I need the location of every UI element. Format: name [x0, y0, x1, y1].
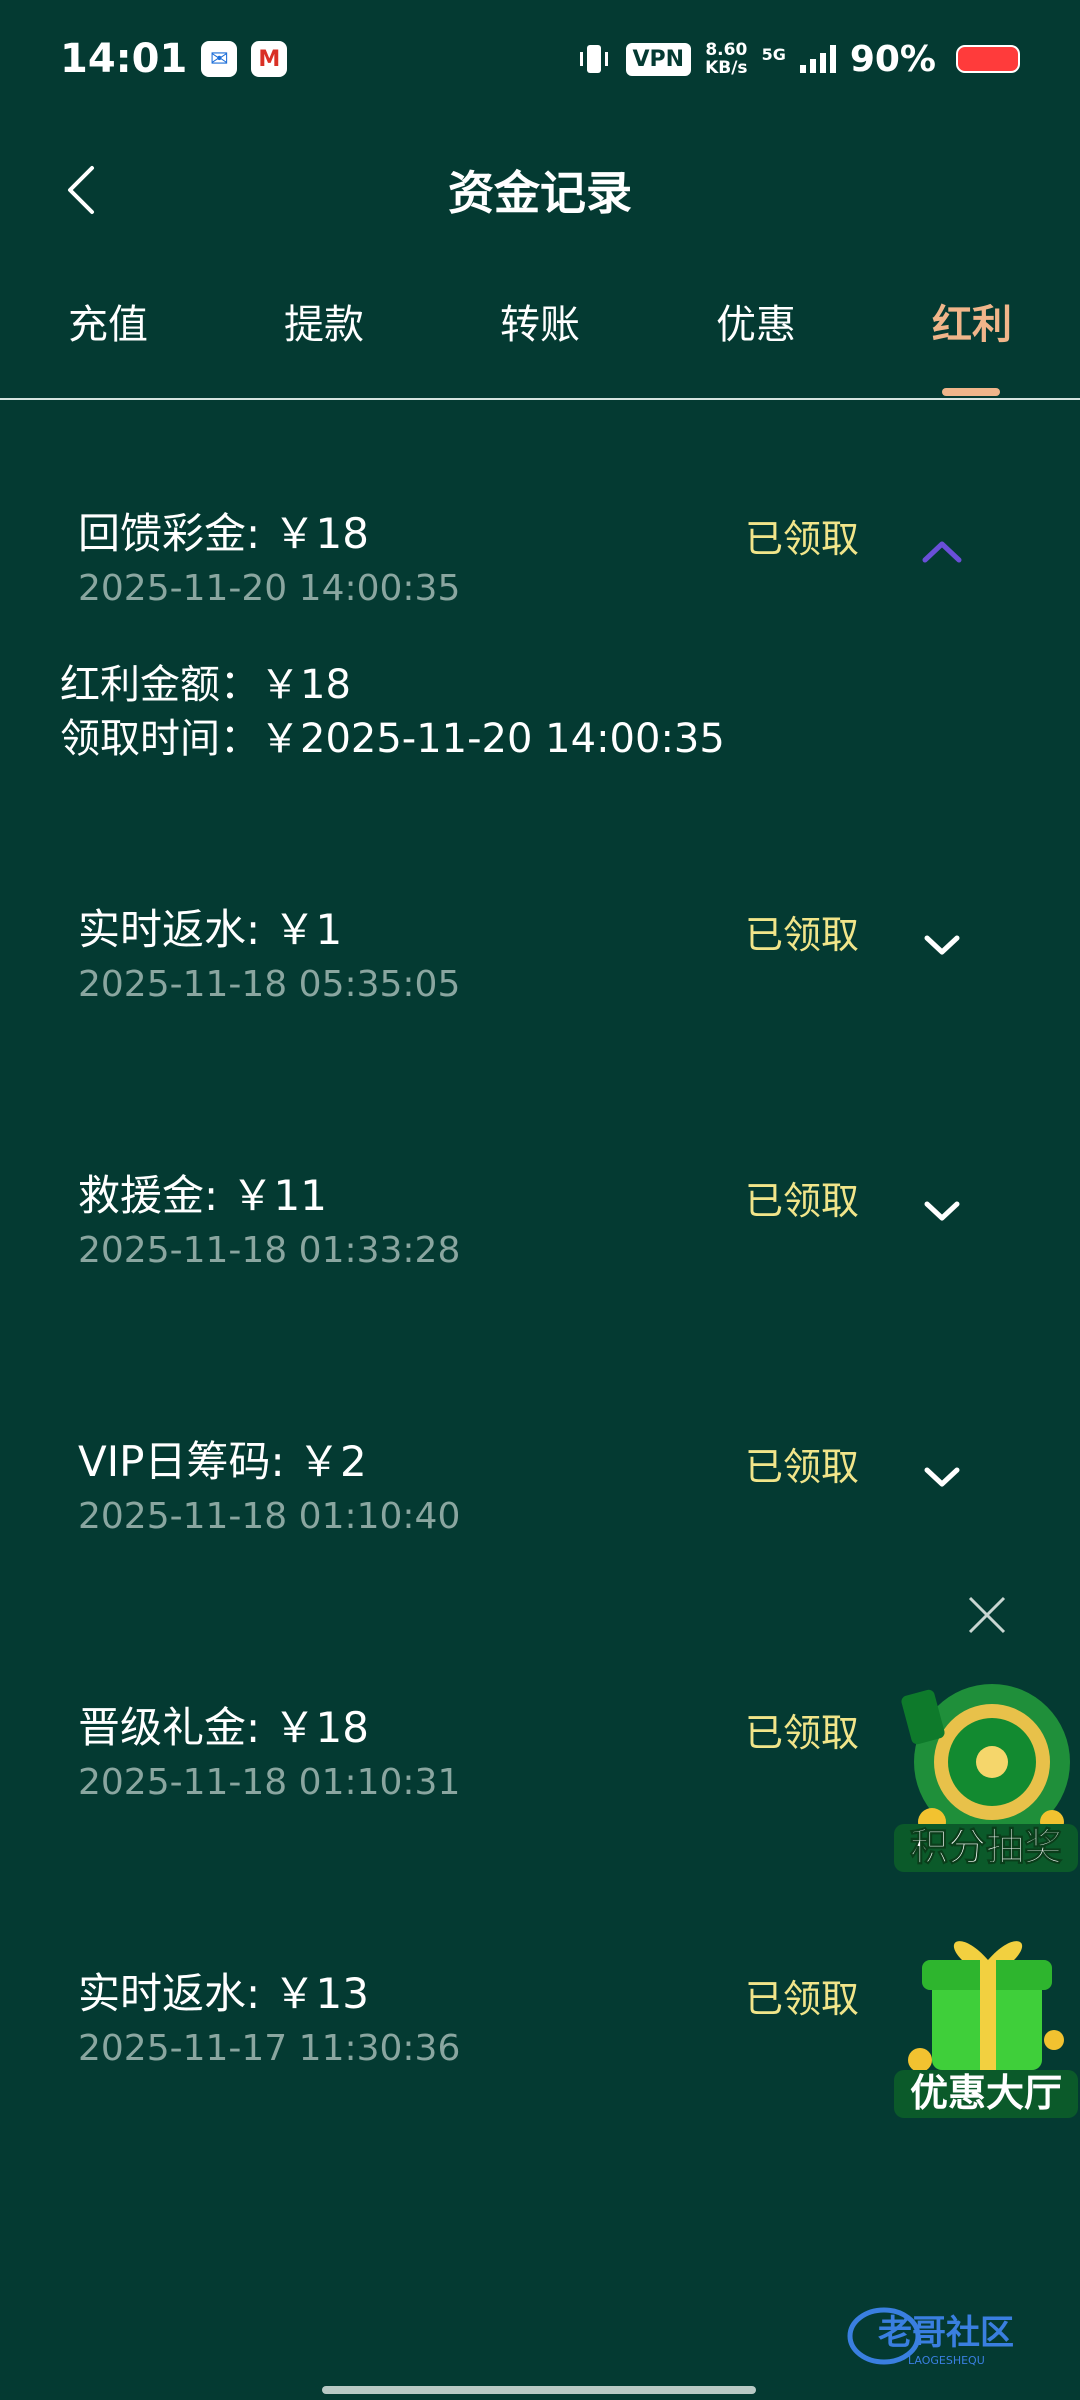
- page-title: 资金记录: [448, 166, 632, 220]
- network-type: 5G: [761, 44, 786, 64]
- header: 资金记录: [0, 130, 1080, 250]
- record-title: 晋级礼金: ￥18: [78, 1703, 369, 1752]
- status-label: 已领取: [745, 1445, 860, 1489]
- status-time: 14:01: [60, 36, 188, 82]
- watermark-subtext: LAOGESHEQU: [908, 2354, 985, 2367]
- tab-transfer[interactable]: 转账: [432, 260, 648, 398]
- detail-time: 领取时间：￥2025-11-20 14:00:35: [60, 716, 725, 762]
- promo-hall-label: 优惠大厅: [910, 2071, 1062, 2115]
- status-left: 14:01 ✉ M: [60, 36, 288, 82]
- record-title: 实时返水: ￥13: [78, 1969, 369, 2018]
- points-lottery-label: 积分抽奖: [910, 1825, 1062, 1869]
- tab-bonus[interactable]: 红利: [864, 260, 1080, 398]
- status-bar: 14:01 ✉ M VPN 8.60 KB/s 5G 90%: [0, 0, 1080, 118]
- status-label: 已领取: [745, 1711, 860, 1755]
- tab-promotion[interactable]: 优惠: [648, 260, 864, 398]
- status-label: 已领取: [745, 913, 860, 957]
- vibrate-icon: [579, 45, 608, 73]
- signal-icon: [799, 45, 836, 73]
- chevron-down-icon[interactable]: [917, 926, 967, 966]
- record-detail: 红利金额：￥18 领取时间：￥2025-11-20 14:00:35: [60, 658, 725, 766]
- record-date: 2025-11-20 14:00:35: [78, 568, 461, 609]
- bird-app-icon: ✉: [201, 41, 238, 77]
- chevron-up-icon[interactable]: [917, 532, 967, 572]
- chevron-down-icon[interactable]: [917, 1458, 967, 1498]
- record-title: 救援金: ￥11: [78, 1171, 327, 1220]
- status-label: 已领取: [745, 517, 860, 561]
- home-indicator[interactable]: [322, 2386, 756, 2394]
- tab-deposit[interactable]: 充值: [0, 260, 216, 398]
- roulette-icon: 积分抽奖: [894, 1684, 1078, 1872]
- gift-box-icon: 优惠大厅: [894, 1941, 1078, 2118]
- battery-icon: [956, 45, 1020, 73]
- chevron-down-icon[interactable]: [917, 1192, 967, 1232]
- record-date: 2025-11-17 11:30:36: [78, 2028, 461, 2069]
- speed-unit: KB/s: [705, 58, 748, 78]
- tab-withdraw[interactable]: 提款: [216, 260, 432, 398]
- record-date: 2025-11-18 01:33:28: [78, 1230, 461, 1271]
- network-speed: 8.60 KB/s: [705, 41, 747, 77]
- record-date: 2025-11-18 01:10:40: [78, 1496, 461, 1537]
- tab-bar: 充值 提款 转账 优惠 红利: [0, 260, 1080, 400]
- record-title: 回馈彩金: ￥18: [78, 509, 369, 558]
- record-date: 2025-11-18 01:10:31: [78, 1762, 461, 1803]
- laoge-community-watermark: 老哥社区 LAOGESHEQU: [847, 2307, 1014, 2367]
- record-title: VIP日筹码: ￥2: [78, 1437, 367, 1486]
- status-label: 已领取: [745, 1179, 860, 1223]
- back-arrow-icon[interactable]: [60, 160, 110, 220]
- battery-percent: 90%: [849, 38, 936, 80]
- record-date: 2025-11-18 05:35:05: [78, 964, 461, 1005]
- detail-amount: 红利金额：￥18: [60, 662, 351, 708]
- points-lottery-button[interactable]: 积分抽奖: [892, 1672, 1080, 1872]
- gmail-icon: M: [251, 41, 288, 77]
- close-icon[interactable]: [962, 1590, 1012, 1640]
- promo-hall-button[interactable]: 优惠大厅: [892, 1920, 1080, 2120]
- status-label: 已领取: [745, 1977, 860, 2021]
- speed-value: 8.60: [705, 40, 748, 60]
- vpn-badge: VPN: [625, 42, 692, 76]
- watermark-text: 老哥社区: [878, 2313, 1014, 2353]
- status-right: VPN 8.60 KB/s 5G 90%: [576, 39, 1020, 80]
- record-title: 实时返水: ￥1: [78, 905, 343, 954]
